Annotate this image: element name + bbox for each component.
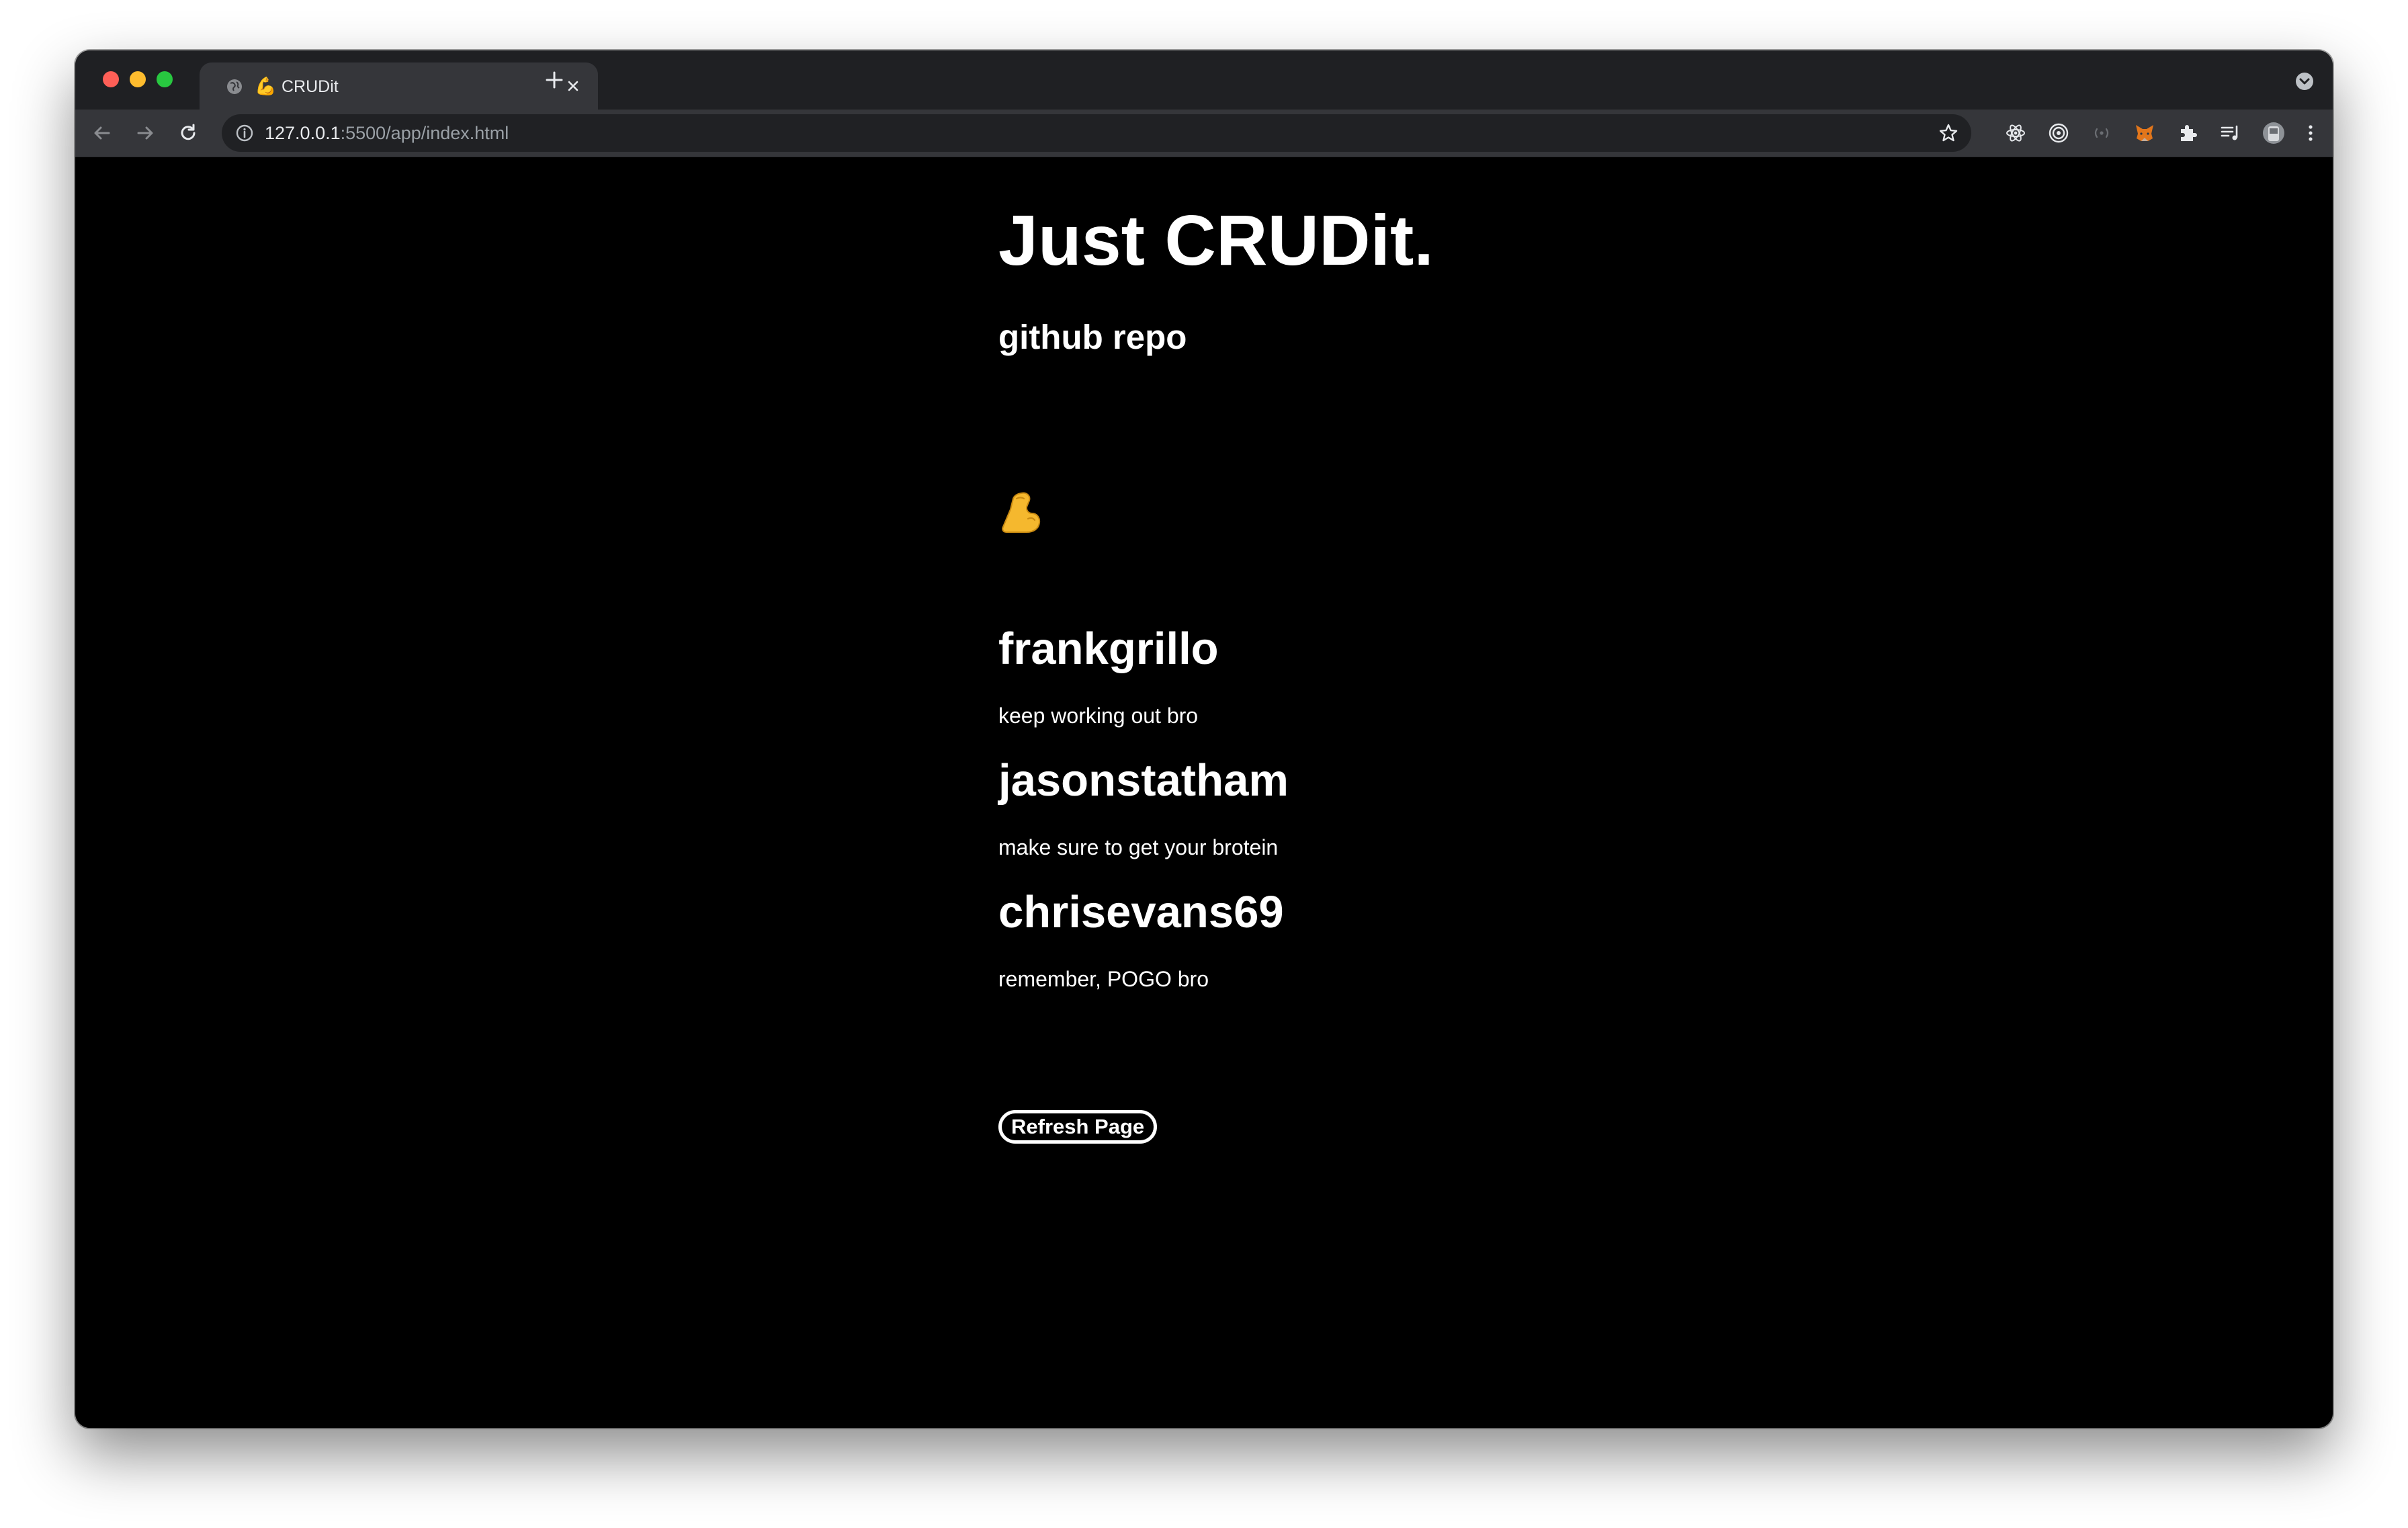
tab-favicon: 💪 [255, 76, 277, 96]
post-message: make sure to get your brotein [998, 835, 1279, 859]
refresh-page-button[interactable]: Refresh Page [998, 1110, 1158, 1144]
maximize-window-button[interactable] [157, 71, 173, 87]
bookmark-star-icon[interactable] [1938, 122, 1959, 144]
media-queue-icon[interactable] [2219, 121, 2243, 145]
back-arrow-icon[interactable] [90, 121, 114, 145]
page-viewport: Just CRUDit. github repo frankgrillo kee… [75, 157, 2333, 1428]
address-bar[interactable]: 127.0.0.1:5500/app/index.html [222, 114, 1971, 152]
url-path: :5500/app/index.html [340, 123, 509, 143]
github-repo-link[interactable]: github repo [998, 317, 1187, 357]
browser-toolbar: 127.0.0.1:5500/app/index.html [75, 110, 2333, 157]
tab-search-icon[interactable] [2295, 72, 2314, 91]
tab-strip: 💪 CRUDit [75, 50, 2333, 110]
tab-title: CRUDit [282, 77, 339, 96]
profile-avatar-icon[interactable] [2262, 121, 2286, 145]
post-message: remember, POGO bro [998, 967, 1209, 991]
more-options-icon[interactable] [2300, 121, 2321, 145]
react-devtools-icon[interactable] [2004, 121, 2028, 145]
minimize-window-button[interactable] [130, 71, 146, 87]
url-text: 127.0.0.1:5500/app/index.html [265, 122, 509, 144]
broadcast-extension-icon[interactable] [2090, 121, 2114, 145]
reload-icon[interactable] [176, 121, 200, 145]
new-tab-button[interactable] [540, 66, 568, 94]
post-username: frankgrillo [998, 624, 1219, 674]
post-username: chrisevans69 [998, 887, 1284, 937]
page-title: Just CRUDit. [998, 201, 1434, 280]
extensions-puzzle-icon[interactable] [2176, 121, 2200, 145]
url-host: 127.0.0.1 [265, 123, 341, 143]
metamask-fox-icon[interactable] [2133, 121, 2157, 145]
post-username: jasonstatham [998, 755, 1289, 806]
site-info-icon[interactable] [235, 124, 254, 142]
target-extension-icon[interactable] [2047, 121, 2071, 145]
post-message: keep working out bro [998, 704, 1199, 728]
browser-window: 💪 CRUDit 127.0.0.1:5500/app/index.html J… [75, 50, 2333, 1428]
close-window-button[interactable] [103, 71, 119, 87]
forward-arrow-icon[interactable] [133, 121, 157, 145]
flexed-biceps-icon [1002, 492, 1041, 533]
tab-crudit[interactable]: 💪 CRUDit [200, 62, 598, 110]
globe-icon [227, 79, 242, 94]
